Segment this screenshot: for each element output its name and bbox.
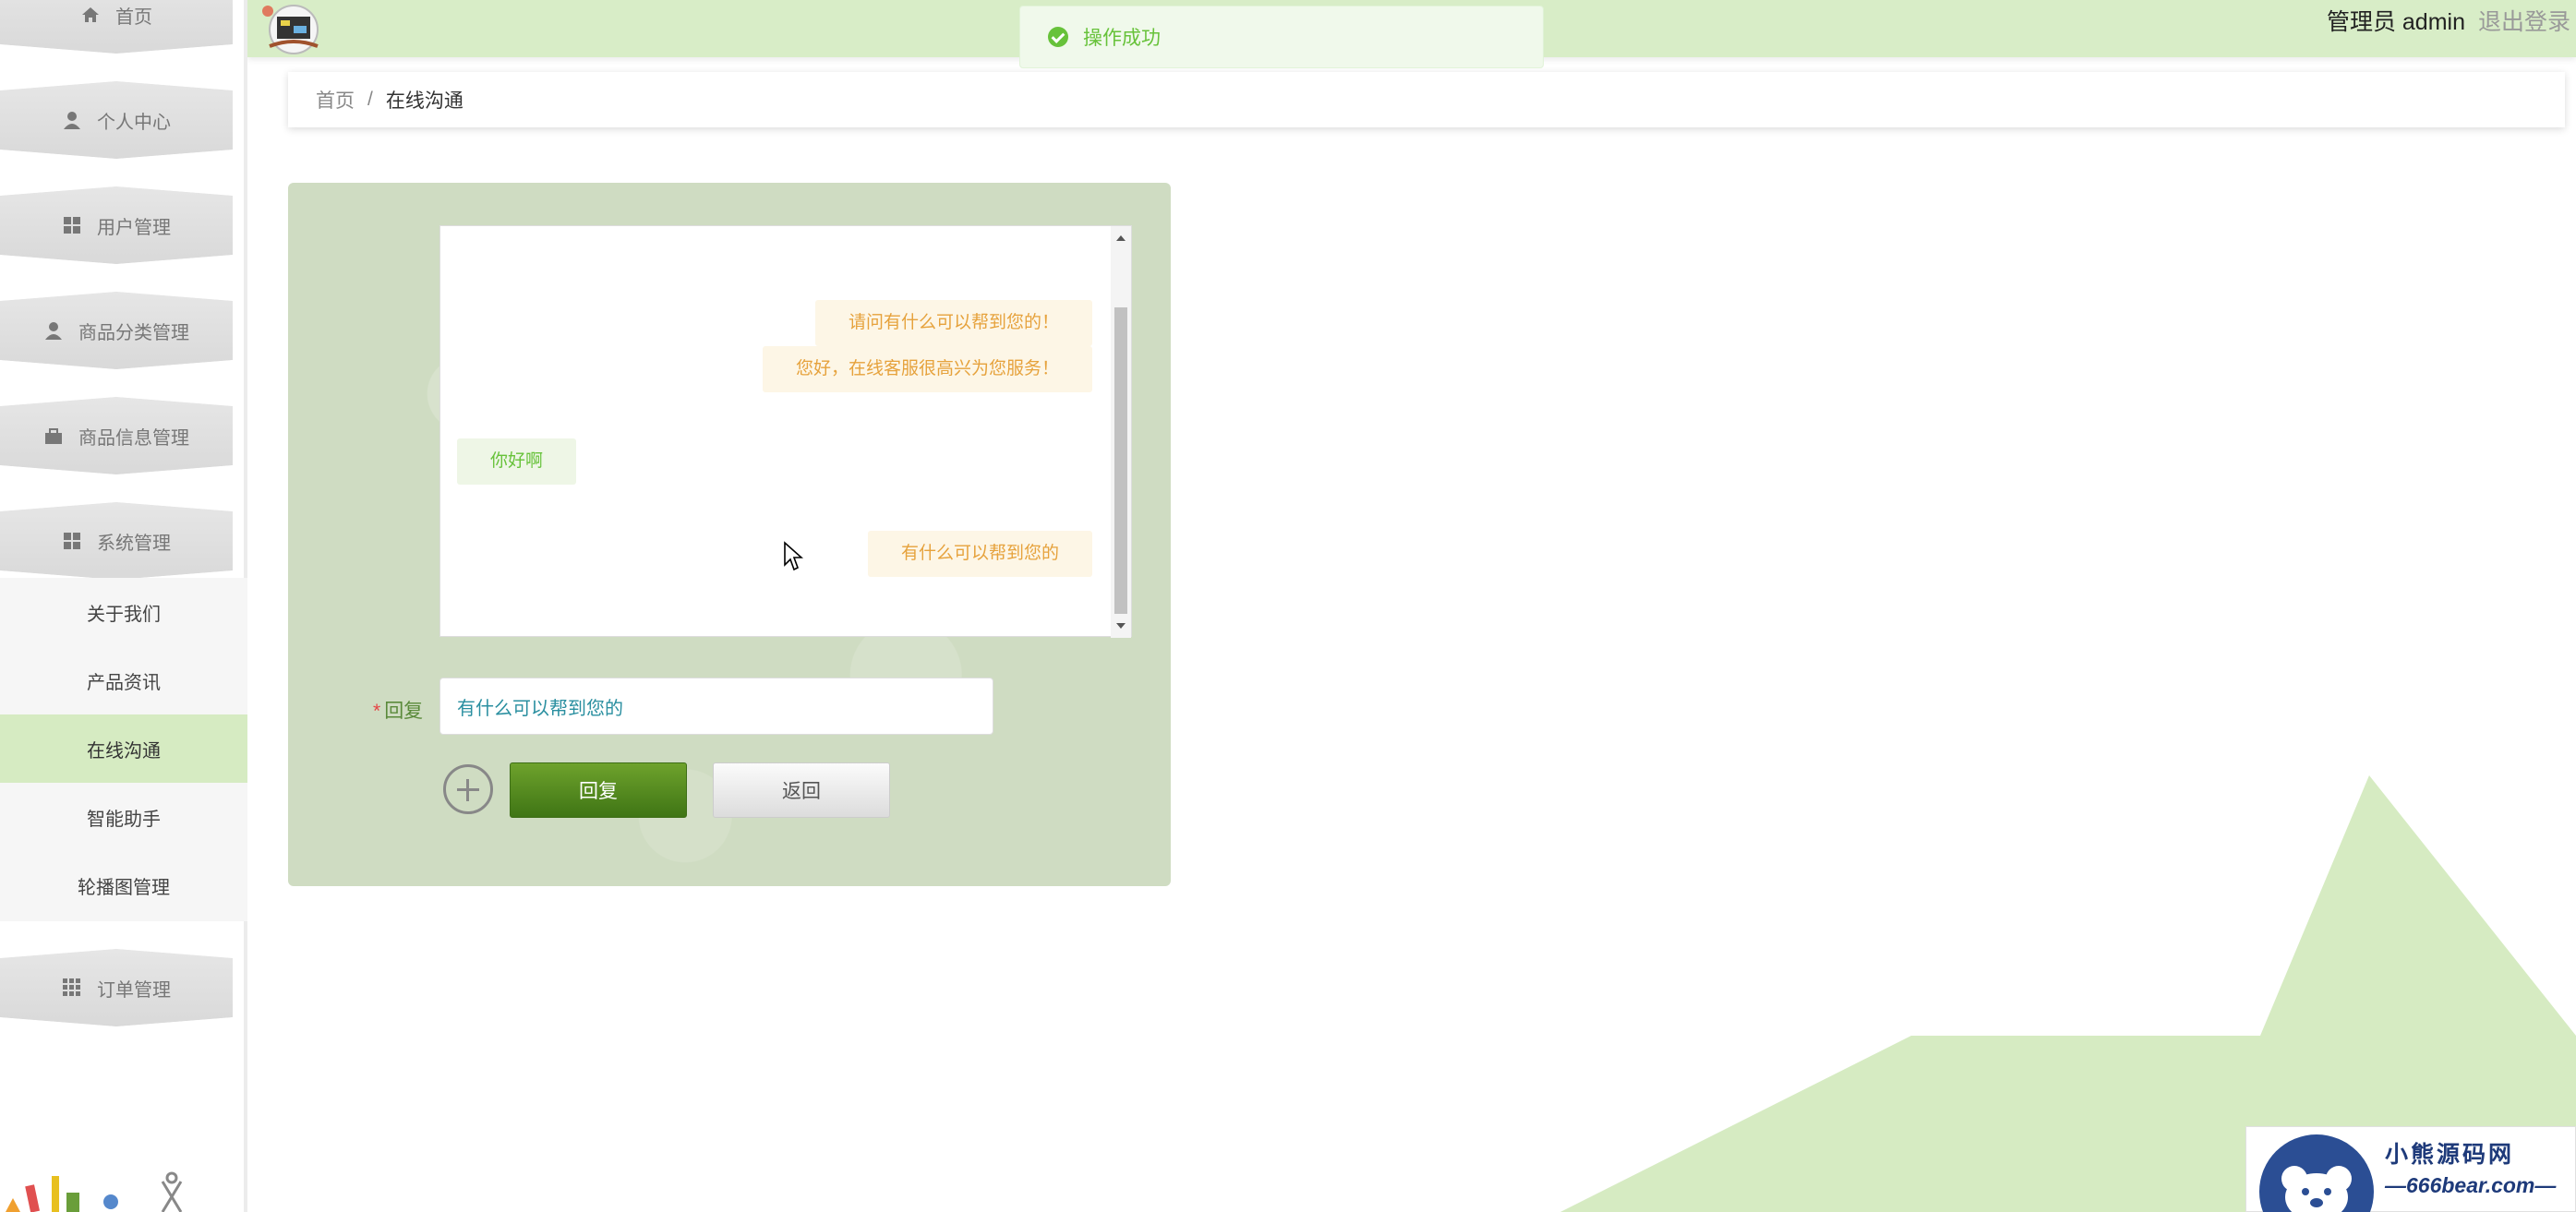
reply-label-text: 回复 — [384, 701, 424, 722]
back-button[interactable]: 返回 — [713, 762, 890, 818]
bear-logo — [2259, 1134, 2374, 1212]
watermark-url: —666bear.com— — [2385, 1173, 2557, 1197]
apps-icon — [63, 978, 80, 996]
submenu-item-assistant[interactable]: 智能助手 — [0, 783, 247, 851]
toast-message: 操作成功 — [1083, 28, 1161, 49]
chat-message-user: 你好啊 — [457, 438, 577, 485]
submenu-item-product-news[interactable]: 产品资讯 — [0, 646, 247, 714]
sidebar-item-label: 商品分类管理 — [78, 322, 189, 343]
scrollbar-thumb[interactable] — [1114, 307, 1127, 614]
sidebar-item-home[interactable]: 首页 — [0, 0, 233, 54]
reply-label: * 回复 — [373, 696, 423, 724]
sidebar-item-label: 系统管理 — [97, 533, 171, 554]
mouse-cursor-icon — [784, 541, 803, 571]
sidebar-item-label: 用户管理 — [97, 217, 171, 238]
chat-message-service: 您好，在线客服很高兴为您服务！ — [762, 346, 1092, 392]
sidebar-item-label: 首页 — [115, 6, 152, 28]
breadcrumb: 首页 / 在线沟通 — [288, 72, 2565, 127]
breadcrumb-current: 在线沟通 — [385, 90, 463, 112]
sidebar-item-product-management[interactable]: 商品信息管理 — [0, 397, 233, 474]
grid-icon — [64, 533, 80, 549]
logout-link[interactable]: 退出登录 — [2478, 4, 2570, 37]
add-attachment-icon[interactable] — [443, 764, 493, 814]
sidebar-item-label: 订单管理 — [97, 979, 171, 1001]
submenu-item-online-chat[interactable]: 在线沟通 — [0, 714, 247, 783]
system-submenu: 关于我们 产品资讯 在线沟通 智能助手 轮播图管理 — [0, 578, 247, 921]
user-name: 管理员 admin — [2326, 9, 2465, 35]
reply-input[interactable] — [439, 678, 993, 735]
breadcrumb-separator: / — [367, 89, 373, 110]
submenu-item-carousel-management[interactable]: 轮播图管理 — [0, 851, 247, 919]
sidebar-item-label: 个人中心 — [97, 112, 171, 133]
success-check-icon — [1048, 27, 1068, 47]
user-info: 管理员 admin 退出登录 — [2327, 4, 2570, 37]
required-mark: * — [373, 701, 381, 722]
chat-history[interactable]: 请问有什么可以帮到您的！ 您好，在线客服很高兴为您服务！ 你好啊 有什么可以帮到… — [439, 225, 1132, 638]
watermark: 小熊源码网 —666bear.com— — [2245, 1126, 2576, 1212]
sidebar-bottom-illustration — [6, 1171, 183, 1212]
sidebar: 首页 个人中心 用户管理 商品分类管理 商品信息管理 系统管理 关于我们 产品资… — [0, 0, 247, 1212]
sidebar-item-system-management[interactable]: 系统管理 — [0, 502, 233, 580]
background-triangle-peak — [2260, 775, 2576, 1036]
person-icon — [45, 322, 62, 340]
success-toast: 操作成功 — [1019, 6, 1544, 68]
breadcrumb-home[interactable]: 首页 — [316, 86, 355, 114]
person-icon — [64, 112, 80, 129]
watermark-name: 小熊源码网 — [2385, 1142, 2515, 1168]
submenu-item-about-us[interactable]: 关于我们 — [0, 578, 247, 646]
chat-scrollbar[interactable] — [1111, 226, 1131, 638]
briefcase-icon — [45, 428, 62, 444]
scroll-up-arrow-icon[interactable] — [1116, 235, 1125, 241]
sidebar-item-user-management[interactable]: 用户管理 — [0, 186, 233, 264]
home-icon — [82, 7, 99, 22]
scroll-down-arrow-icon[interactable] — [1116, 623, 1125, 629]
page: 管理员 admin 退出登录 操作成功 首页 个人中心 用户管理 商品分类管理 … — [0, 0, 2576, 1212]
grid-icon — [64, 217, 80, 234]
reply-button[interactable]: 回复 — [510, 762, 687, 818]
sidebar-item-label: 商品信息管理 — [78, 427, 189, 449]
sidebar-item-category-management[interactable]: 商品分类管理 — [0, 292, 233, 369]
chat-message-service: 有什么可以帮到您的 — [867, 531, 1092, 577]
logo — [262, 5, 319, 54]
chat-message-service: 请问有什么可以帮到您的！ — [814, 300, 1092, 346]
sidebar-item-personal-center[interactable]: 个人中心 — [0, 81, 233, 159]
sidebar-item-order-management[interactable]: 订单管理 — [0, 949, 233, 1026]
chat-panel: 请问有什么可以帮到您的！ 您好，在线客服很高兴为您服务！ 你好啊 有什么可以帮到… — [288, 183, 1171, 886]
